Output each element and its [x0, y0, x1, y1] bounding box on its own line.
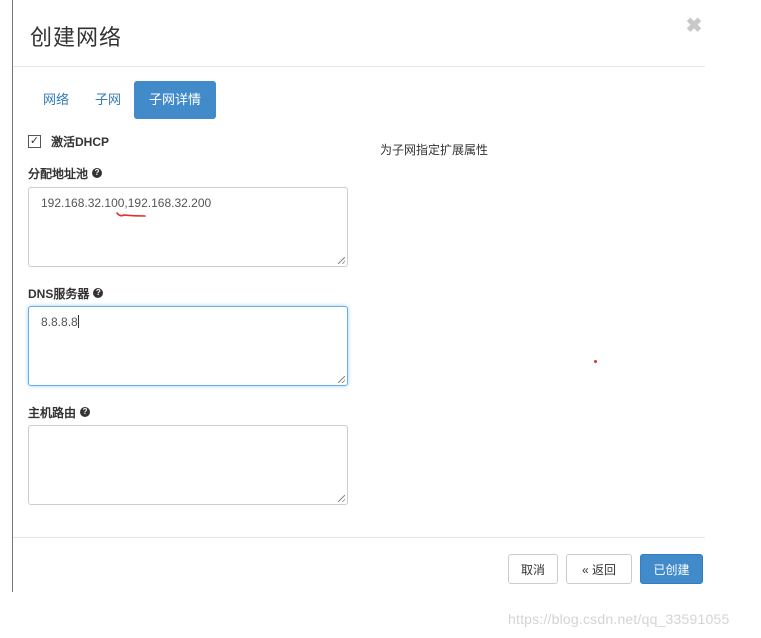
cancel-button[interactable]: 取消 [508, 554, 558, 584]
host-routes-label: 主机路由 ? [28, 404, 91, 420]
close-icon[interactable]: ✖ [685, 15, 703, 37]
dns-servers-textarea[interactable]: 8.8.8.8 [28, 306, 348, 386]
allocation-pools-label-text: 分配地址池 [28, 166, 89, 181]
question-circle-icon[interactable]: ? [92, 168, 103, 178]
back-button[interactable]: « 返回 [566, 554, 632, 584]
help-description: 为子网指定扩展属性 [380, 143, 489, 157]
dns-servers-label: DNS服务器 ? [28, 285, 104, 301]
tab-subnet-details[interactable]: 子网详情 [134, 81, 217, 119]
question-circle-icon[interactable]: ? [93, 288, 104, 298]
red-dot-annotation [594, 360, 597, 363]
red-underline-annotation [116, 212, 146, 217]
watermark-text: https://blog.csdn.net/qq_33591055 [508, 611, 730, 627]
modal-footer: 取消 « 返回 已创建 [13, 537, 705, 593]
screenshot-canvas: 创建网络 ✖ 网络 子网 子网详情 ✓ 激活DHCP 分配地址池 ? 192.1… [0, 0, 761, 638]
host-routes-label-text: 主机路由 [28, 405, 77, 420]
text-cursor [77, 315, 79, 328]
tab-network[interactable]: 网络 [30, 81, 82, 119]
resize-grip-icon[interactable] [338, 495, 345, 502]
modal-left-border [12, 0, 13, 592]
modal-header: 创建网络 ✖ [13, 0, 705, 67]
dns-servers-label-text: DNS服务器 [28, 286, 90, 301]
workflow-tabs: 网络 子网 子网详情 [30, 81, 217, 119]
allocation-pools-label: 分配地址池 ? [28, 165, 103, 181]
resize-grip-icon[interactable] [338, 376, 345, 383]
enable-dhcp-checkbox[interactable]: ✓ [28, 134, 41, 148]
dns-servers-value: 8.8.8.8 [41, 315, 78, 329]
tab-subnet[interactable]: 子网 [82, 81, 134, 119]
create-button[interactable]: 已创建 [640, 554, 703, 584]
enable-dhcp-row: ✓ 激活DHCP [28, 132, 109, 150]
modal-title: 创建网络 [30, 25, 123, 50]
resize-grip-icon[interactable] [338, 257, 345, 264]
host-routes-textarea[interactable] [28, 425, 348, 505]
allocation-pools-textarea[interactable]: 192.168.32.100,192.168.32.200 [28, 187, 348, 267]
allocation-pools-value: 192.168.32.100,192.168.32.200 [41, 196, 212, 210]
enable-dhcp-label: 激活DHCP [51, 134, 110, 149]
question-circle-icon[interactable]: ? [80, 407, 91, 417]
